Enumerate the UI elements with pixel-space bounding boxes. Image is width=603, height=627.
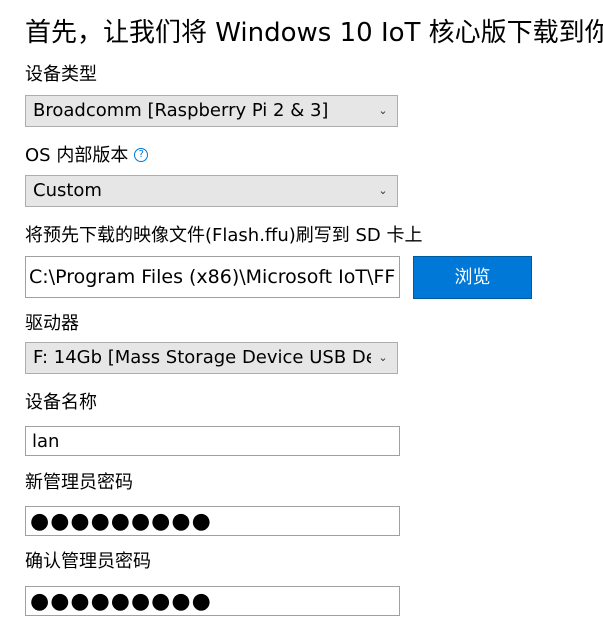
drive-dropdown[interactable]: F: 14Gb [Mass Storage Device USB De ⌄ [25,342,398,374]
new-password-label: 新管理员密码 [25,472,133,493]
os-build-label: OS 内部版本? [25,144,149,168]
device-type-dropdown[interactable]: Broadcomm [Raspberry Pi 2 & 3] ⌄ [25,95,398,127]
browse-button[interactable]: 浏览 [413,256,532,299]
help-icon[interactable]: ? [134,148,149,162]
new-password-input[interactable] [25,506,400,536]
device-name-label: 设备名称 [25,392,97,413]
os-build-value: Custom [33,180,102,201]
chevron-down-icon: ⌄ [378,184,388,197]
os-build-dropdown[interactable]: Custom ⌄ [25,175,398,207]
device-name-input[interactable] [25,426,400,456]
confirm-password-input[interactable] [25,586,400,616]
chevron-down-icon: ⌄ [378,104,388,117]
flash-path-input[interactable] [25,256,400,298]
drive-value: F: 14Gb [Mass Storage Device USB De [33,347,371,368]
chevron-down-icon: ⌄ [378,351,388,364]
device-type-label: 设备类型 [25,64,97,85]
page-title: 首先，让我们将 Windows 10 IoT 核心版下载到你 [25,18,603,48]
drive-label: 驱动器 [25,313,79,334]
confirm-password-label: 确认管理员密码 [25,551,151,572]
flash-image-label: 将预先下载的映像文件(Flash.ffu)刷写到 SD 卡上 [25,225,423,246]
os-build-label-text: OS 内部版本 [25,145,129,166]
device-type-value: Broadcomm [Raspberry Pi 2 & 3] [33,100,329,121]
